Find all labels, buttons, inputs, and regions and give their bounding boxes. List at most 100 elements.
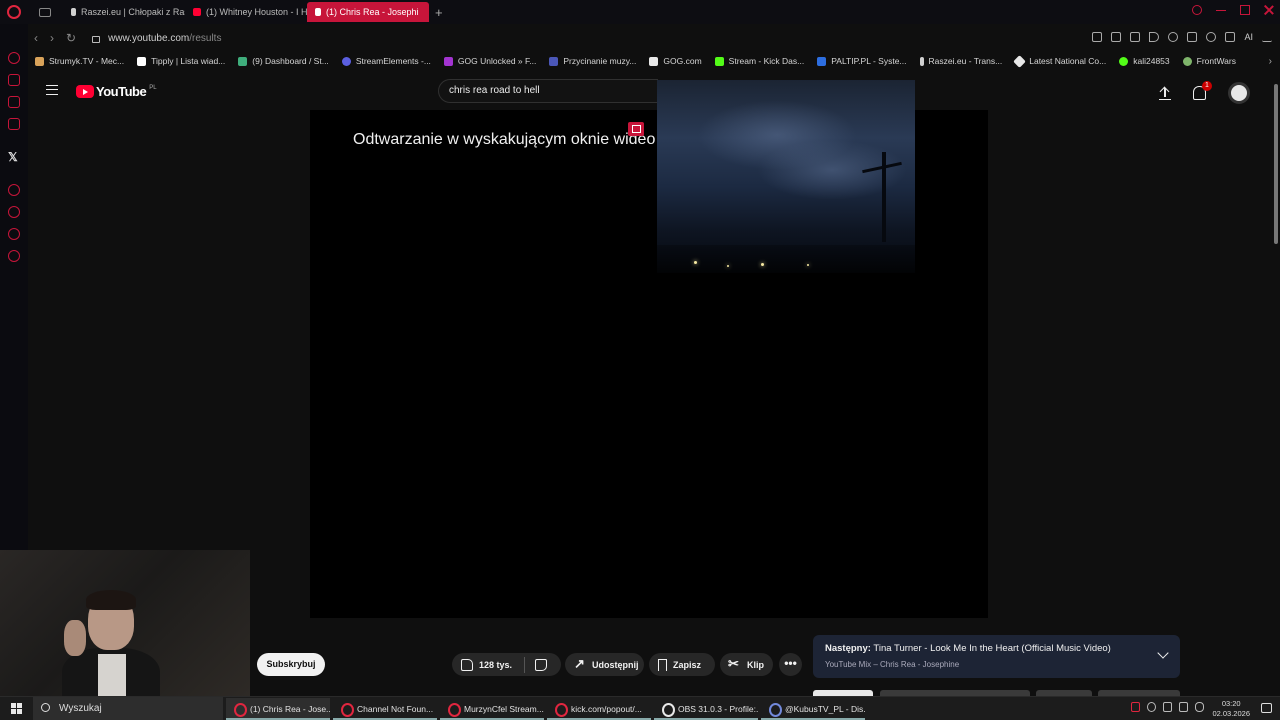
minimize-icon[interactable]: [1216, 5, 1226, 11]
picture-in-picture-icon[interactable]: [628, 122, 644, 136]
bookmark-label: Strumyk.TV - Mec...: [49, 56, 125, 66]
volume-icon[interactable]: [1179, 702, 1188, 712]
bookmark-item[interactable]: GOG Unlocked » F...: [443, 56, 536, 66]
distant-light: [727, 265, 729, 267]
download-icon[interactable]: [1225, 32, 1236, 42]
messenger-icon[interactable]: [8, 96, 20, 108]
taskbar-app-obs[interactable]: OBS 31.0.3 - Profile:...: [654, 698, 758, 720]
share-icon: [574, 656, 586, 672]
tab-menu-icon[interactable]: [39, 7, 51, 17]
streamer-hand: [64, 620, 86, 656]
chevron-down-icon[interactable]: [1157, 647, 1169, 659]
maximize-icon[interactable]: [1240, 5, 1250, 15]
aria-icon[interactable]: [8, 52, 20, 64]
taskbar-search-input[interactable]: Wyszukaj: [33, 697, 223, 720]
menu-icon[interactable]: [1262, 32, 1272, 42]
avatar[interactable]: [1228, 82, 1250, 104]
back-icon[interactable]: ‹: [34, 31, 38, 45]
thumbs-down-icon[interactable]: [535, 658, 548, 671]
bookmark-label: Przycinanie muzy...: [563, 56, 637, 66]
taskbar-app-opera[interactable]: (1) Chris Rea - Jose...: [226, 698, 330, 720]
bookmark-item[interactable]: StreamElements -...: [341, 56, 431, 66]
next-video-card[interactable]: Następny: Tina Turner - Look Me In the H…: [813, 635, 1180, 678]
bookmark-item[interactable]: kali24853: [1119, 56, 1170, 66]
notification-center-icon[interactable]: [1261, 703, 1272, 713]
like-dislike-group: 128 tys.: [452, 653, 561, 676]
history-icon[interactable]: [8, 206, 20, 218]
bookmark-item[interactable]: Przycinanie muzy...: [549, 56, 636, 66]
notifications-bell-icon[interactable]: 1: [1193, 81, 1212, 100]
bookmark-item[interactable]: (9) Dashboard / St...: [238, 56, 329, 66]
more-actions-button[interactable]: •••: [779, 653, 802, 676]
heart-icon[interactable]: [1168, 32, 1179, 42]
bookmark-item[interactable]: PALTIP.PL - Syste...: [817, 56, 907, 66]
taskbar-app-opera[interactable]: kick.com/popout/...: [547, 698, 651, 720]
site-icon: [919, 56, 924, 66]
search-input[interactable]: chris rea road to hell: [438, 79, 658, 103]
steam-icon[interactable]: [1147, 702, 1156, 712]
subscribe-button[interactable]: Subskrybuj: [257, 653, 325, 676]
taskbar-app-opera[interactable]: MurzynCfel Stream...: [440, 698, 544, 720]
bookmarks-overflow-icon[interactable]: ›: [1269, 56, 1272, 67]
youtube-logo-text: YouTube: [96, 84, 147, 99]
bookmark-icon[interactable]: [1092, 32, 1103, 42]
bookmark-item[interactable]: Raszei.eu - Trans...: [919, 56, 1002, 66]
taskbar-app-opera[interactable]: Channel Not Foun...: [333, 698, 437, 720]
upload-icon[interactable]: [1159, 86, 1171, 100]
streamer-shirt: [98, 654, 126, 696]
popout-video-window[interactable]: [657, 80, 915, 273]
save-button[interactable]: Zapisz: [649, 653, 715, 676]
share-button[interactable]: Udostępnij: [565, 653, 644, 676]
system-clock[interactable]: 03:20 02.03.2026: [1212, 699, 1250, 719]
window-controls: [1192, 5, 1274, 15]
bookmark-item[interactable]: Stream - Kick Das...: [714, 56, 804, 66]
bookmark-item[interactable]: GOG.com: [649, 56, 702, 66]
hamburger-menu-icon[interactable]: [46, 85, 58, 95]
bookmark-label: StreamElements -...: [355, 56, 431, 66]
twitch-icon[interactable]: [8, 74, 20, 86]
play-icon[interactable]: [1149, 32, 1160, 42]
like-count[interactable]: 128 tys.: [479, 660, 512, 670]
recording-icon[interactable]: [1131, 702, 1140, 712]
forward-icon[interactable]: ›: [50, 31, 54, 45]
header-actions: 1: [1159, 81, 1250, 104]
bookmark-item[interactable]: FrontWars: [1182, 56, 1236, 66]
scissors-icon: [728, 656, 741, 672]
bookmark-item[interactable]: Latest National Co...: [1013, 54, 1106, 68]
chat-icon[interactable]: [8, 228, 20, 240]
bookmark-item[interactable]: Tipply | Lista wiad...: [137, 56, 225, 66]
thumbs-up-icon[interactable]: [461, 658, 473, 671]
settings-gear-icon[interactable]: [8, 250, 20, 262]
close-icon[interactable]: [1264, 5, 1274, 15]
tab-chris-rea[interactable]: (1) Chris Rea - Josephi: [307, 2, 429, 22]
profile-icon[interactable]: [1206, 32, 1217, 42]
x-twitter-icon[interactable]: 𝕏: [8, 150, 18, 164]
site-icon: [238, 56, 248, 66]
extensions-icon[interactable]: [1187, 32, 1198, 42]
lock-icon[interactable]: [92, 35, 101, 43]
reload-icon[interactable]: ↻: [66, 31, 76, 45]
microphone-icon[interactable]: [1195, 702, 1204, 712]
tab-search-icon[interactable]: [1192, 5, 1202, 15]
opera-logo-icon[interactable]: [7, 5, 21, 19]
url-field[interactable]: www.youtube.com/results: [108, 33, 221, 44]
youtube-logo[interactable]: YouTube PL: [76, 84, 157, 99]
scrollbar-thumb[interactable]: [1274, 84, 1278, 244]
tab-raszei[interactable]: Raszei.eu | Chłopaki z Ras: [63, 2, 185, 22]
clip-button[interactable]: Klip: [720, 653, 773, 676]
taskbar-app-discord[interactable]: @KubusTV_PL - Dis...: [761, 698, 865, 720]
new-tab-plus-icon[interactable]: +: [435, 5, 443, 20]
windows-start-icon[interactable]: [11, 703, 22, 714]
next-video-subtitle: YouTube Mix – Chris Rea - Josephine: [825, 660, 960, 669]
url-path: /results: [189, 32, 222, 44]
scrollbar[interactable]: [1272, 72, 1280, 696]
snapshot-icon[interactable]: [1111, 32, 1122, 42]
workspace-icon[interactable]: [8, 118, 20, 130]
network-icon[interactable]: [1163, 702, 1172, 712]
browser-tab-strip: Raszei.eu | Chłopaki z Ras (1) Whitney H…: [0, 0, 1280, 24]
ai-button[interactable]: AI: [1244, 32, 1253, 42]
bookmark-item[interactable]: Strumyk.TV - Mec...: [35, 56, 124, 66]
player-icon[interactable]: [8, 184, 20, 196]
shield-icon[interactable]: [1130, 32, 1141, 42]
tab-whitney-houston[interactable]: (1) Whitney Houston - I Ha: [185, 2, 307, 22]
